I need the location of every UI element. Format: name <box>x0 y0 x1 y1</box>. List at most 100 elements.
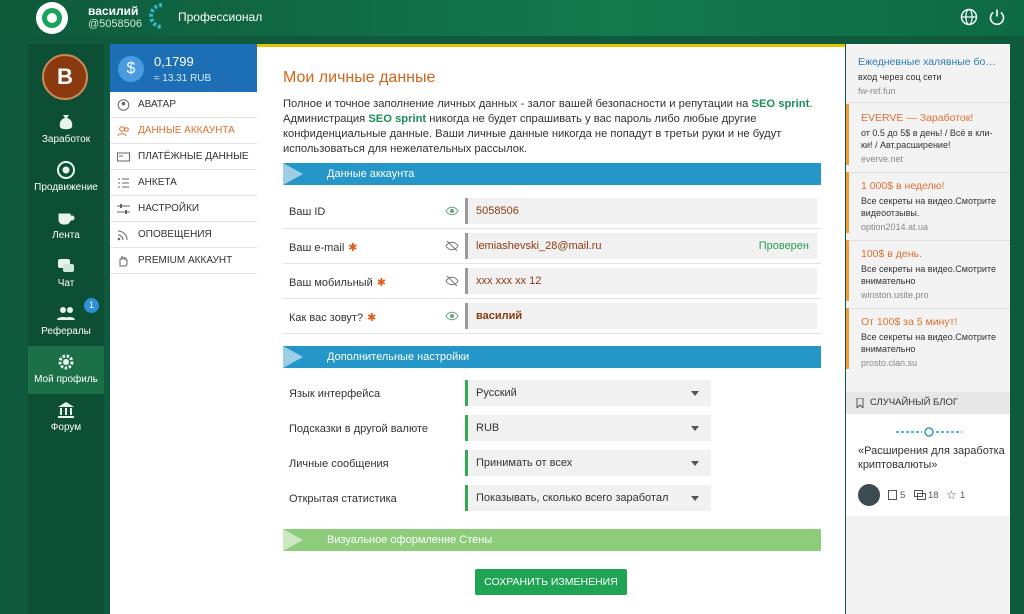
email-field: lemiashevski_28@mail.ru Проверен <box>465 233 817 259</box>
statistics-select[interactable]: Показывать, сколько всего заработал <box>465 485 711 511</box>
select-row-messages: Личные сообщения Принимать от всех <box>283 447 821 481</box>
chat-icon <box>58 259 74 272</box>
ad-url: prosto.clan.su <box>861 358 918 368</box>
submenu-item-avatar[interactable]: Аватар <box>110 92 257 118</box>
section-extra-settings[interactable]: Дополнительные настройки <box>283 346 821 368</box>
submenu-item-account-data[interactable]: Данные аккаунта <box>110 118 257 144</box>
language-select[interactable]: Русский <box>465 380 711 406</box>
ad-url: everve.net <box>861 154 904 164</box>
bookmark-icon <box>856 398 864 408</box>
ad-text: Все секреты на видео.Смотрите внимательн… <box>861 332 996 354</box>
user-id: @5058506 <box>88 18 142 30</box>
select-label: Язык интерфейса <box>289 388 381 400</box>
people-icon <box>57 307 75 320</box>
field-row-name: Как вас зовут? ✱ василий <box>283 300 821 334</box>
power-icon[interactable] <box>988 8 1006 26</box>
submenu-item-settings[interactable]: Настройки <box>110 196 257 222</box>
ad-title[interactable]: EVERVE — Заработок! <box>861 112 1000 124</box>
submenu-item-premium[interactable]: Premium аккаунт <box>110 248 257 274</box>
ad-title[interactable]: Ежедневные халявные бо… <box>858 56 1000 68</box>
rss-icon <box>117 230 128 241</box>
gear-icon <box>58 354 74 370</box>
ad-item[interactable]: 1 000$ в неделю! Все секреты на видео.См… <box>846 172 1010 233</box>
chevron-down-icon <box>691 391 699 396</box>
profile-submenu: $ 0,1799 ≈ 13.31 RUB Аватар Данные аккау… <box>110 44 257 614</box>
brand-link[interactable]: SEO sprint <box>368 113 426 125</box>
username[interactable]: василий <box>88 4 138 18</box>
ad-item[interactable]: От 100$ за 5 минут! Все секреты на видео… <box>846 308 1010 369</box>
select-row-currency: Подсказки в другой валюте RUB <box>283 412 821 446</box>
nav-item-referrals[interactable]: 1 Рефералы <box>28 298 104 346</box>
page-scrollbar[interactable] <box>1010 36 1024 614</box>
submenu-label: Premium аккаунт <box>138 255 233 266</box>
blog-comments-count: 18 <box>928 490 939 501</box>
nav-item-feed[interactable]: Лента <box>28 202 104 250</box>
nav-item-promotion[interactable]: Продвижение <box>28 154 104 202</box>
balance-box[interactable]: $ 0,1799 ≈ 13.31 RUB <box>110 44 257 92</box>
section-wall-design[interactable]: Визуальное оформление Стены <box>283 529 821 551</box>
user-icon <box>117 99 130 111</box>
site-logo[interactable] <box>36 2 68 34</box>
submenu-label: Оповещения <box>138 229 212 240</box>
left-nav: В Заработок Продвижение Лента Чат 1 Рефе… <box>28 44 104 614</box>
page-title: Мои личные данные <box>283 69 436 86</box>
avatar[interactable]: В <box>42 54 88 100</box>
random-blog-header: Случайный блог <box>846 392 1010 414</box>
field-row-id: Ваш ID 5058506 <box>283 195 821 229</box>
required-mark: ✱ <box>376 277 386 289</box>
list-icon <box>118 178 129 188</box>
main-content: Мои личные данные Полное и точное заполн… <box>257 44 845 614</box>
nav-label: Продвижение <box>34 182 98 193</box>
name-field[interactable]: василий <box>465 303 817 329</box>
select-value: Русский <box>476 387 517 399</box>
random-blog: Случайный блог «Расширения для заработка… <box>846 392 1010 516</box>
submenu-item-questionnaire[interactable]: Анкета <box>110 170 257 196</box>
nav-item-forum[interactable]: Форум <box>28 394 104 442</box>
field-label-text: Ваш e-mail <box>289 242 345 254</box>
eye-slash-icon[interactable] <box>445 275 459 287</box>
field-label: Как вас зовут? ✱ <box>289 311 376 324</box>
ad-item[interactable]: 100$ в день. Все секреты на видео.Смотри… <box>846 240 1010 301</box>
nav-item-profile[interactable]: Мой профиль <box>28 346 104 394</box>
ad-title[interactable]: 1 000$ в неделю! <box>861 180 1000 192</box>
ornament-icon <box>896 427 962 437</box>
submenu-label: Анкета <box>138 177 177 188</box>
sliders-icon <box>117 204 130 214</box>
select-label: Открытая статистика <box>289 493 397 505</box>
field-label-text: Ваш мобильный <box>289 277 373 289</box>
wallet-icon <box>117 152 130 162</box>
ad-item[interactable]: Ежедневные халявные бо… вход через соц с… <box>846 48 1010 97</box>
ad-title[interactable]: От 100$ за 5 минут! <box>861 316 1000 328</box>
select-label: Подсказки в другой валюте <box>289 423 429 435</box>
status-label[interactable]: Профессионал <box>178 10 262 24</box>
divider <box>846 102 1010 103</box>
ad-item[interactable]: EVERVE — Заработок! от 0.5 до 5$ в день!… <box>846 104 1010 165</box>
ad-title[interactable]: 100$ в день. <box>861 248 1000 260</box>
messages-select[interactable]: Принимать от всех <box>465 450 711 476</box>
nav-label: Рефералы <box>41 326 91 337</box>
ad-url: winston.usite.pro <box>861 290 929 300</box>
nav-item-chat[interactable]: Чат <box>28 250 104 298</box>
globe-icon[interactable] <box>960 8 978 26</box>
nav-item-earnings[interactable]: Заработок <box>28 106 104 154</box>
select-value: Показывать, сколько всего заработал <box>476 492 669 504</box>
eye-slash-icon[interactable] <box>445 240 459 252</box>
blog-meta: 5 18 ☆ 1 <box>858 484 1008 506</box>
section-account-data[interactable]: Данные аккаунта <box>283 163 821 185</box>
blog-author-avatar[interactable] <box>858 484 880 506</box>
ad-text: вход через соц сети <box>858 72 942 82</box>
blog-post-title[interactable]: «Расширения для заработка криптовалюты» <box>858 444 1008 472</box>
select-value: Принимать от всех <box>476 457 573 469</box>
required-mark: ✱ <box>348 242 358 254</box>
submenu-item-notifications[interactable]: Оповещения <box>110 222 257 248</box>
email-value: lemiashevski_28@mail.ru <box>476 240 602 252</box>
eye-icon[interactable] <box>445 310 459 322</box>
select-label: Личные сообщения <box>289 458 389 470</box>
brand-link[interactable]: SEO sprint <box>752 98 810 110</box>
cup-icon <box>58 213 75 225</box>
save-button[interactable]: Сохранить изменения <box>475 569 627 595</box>
field-row-phone: Ваш мобильный ✱ xxx xxx xx 12 <box>283 265 821 299</box>
currency-select[interactable]: RUB <box>465 415 711 441</box>
eye-icon[interactable] <box>445 205 459 217</box>
submenu-item-payment-data[interactable]: Платёжные данные <box>110 144 257 170</box>
